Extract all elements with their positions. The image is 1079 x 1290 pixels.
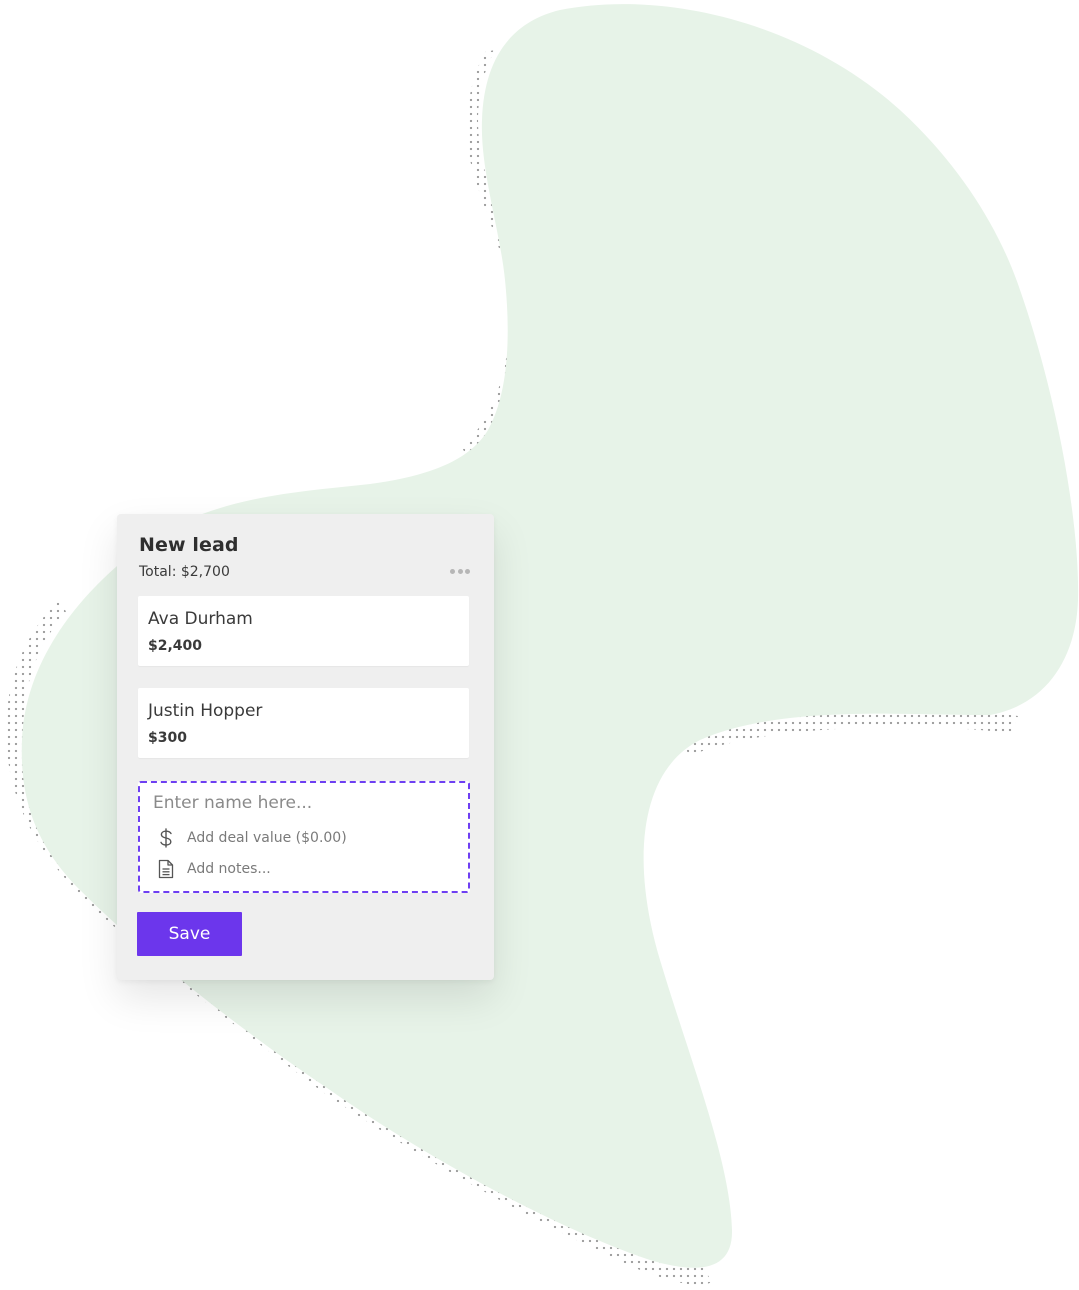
add-notes-row[interactable]: Add notes...	[156, 859, 271, 879]
dot	[457, 568, 463, 574]
deal-value: $2,400	[148, 638, 203, 654]
dollar-icon	[156, 828, 176, 848]
pipeline-column-new-lead: New lead Total: $2,700 Ava Durham $2,400…	[117, 514, 494, 980]
new-deal-form: Add deal value ($0.00) Add notes...	[138, 781, 470, 893]
deal-card-ava-durham[interactable]: Ava Durham $2,400	[138, 596, 469, 666]
add-deal-value-row[interactable]: Add deal value ($0.00)	[156, 828, 347, 848]
save-button[interactable]: Save	[137, 912, 242, 956]
document-icon	[156, 859, 176, 879]
deal-name: Justin Hopper	[148, 701, 263, 721]
column-total: Total: $2,700	[139, 564, 230, 580]
deal-card-justin-hopper[interactable]: Justin Hopper $300	[138, 688, 469, 758]
add-notes-label: Add notes...	[187, 861, 271, 877]
deal-name: Ava Durham	[148, 609, 253, 629]
more-horizontal-icon[interactable]	[450, 568, 470, 574]
deal-name-input[interactable]	[153, 793, 453, 813]
deal-value: $300	[148, 730, 187, 746]
dot	[465, 568, 470, 574]
column-title: New lead	[139, 534, 239, 556]
add-deal-value-label: Add deal value ($0.00)	[187, 830, 347, 846]
dot	[450, 568, 455, 574]
